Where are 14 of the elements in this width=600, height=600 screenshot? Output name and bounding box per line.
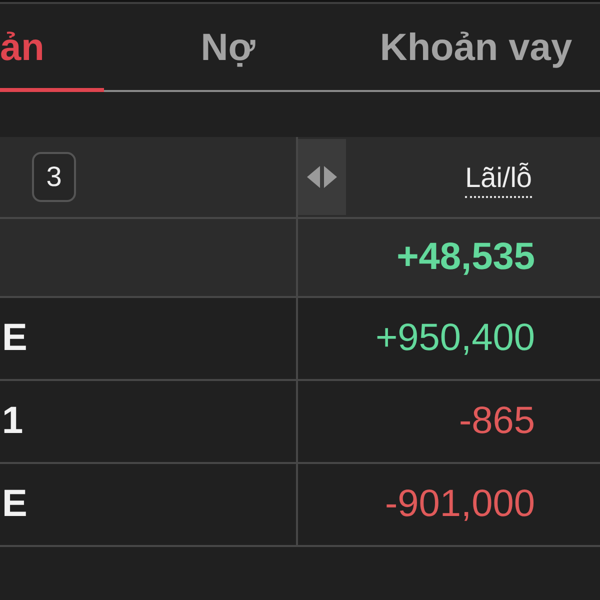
column-header[interactable]: Lãi/lỗ (465, 162, 532, 198)
left-right-arrows-icon (307, 166, 337, 188)
table-cell: +950,400 (375, 317, 535, 360)
tab[interactable]: ản (0, 4, 104, 92)
table-cell: -901,000 (384, 483, 535, 526)
table-cell-text: E (1, 317, 28, 360)
total-value: +48,535 (396, 236, 535, 279)
tab[interactable]: Khoản vay (352, 4, 600, 92)
table-cell-text: E (1, 483, 28, 526)
tab[interactable]: Nợ (104, 4, 352, 92)
table-cell: -865 (458, 400, 535, 443)
table-cell-text: 1 (1, 400, 24, 443)
count-badge: 3 (32, 152, 76, 202)
column-resize-handle[interactable] (298, 139, 346, 215)
